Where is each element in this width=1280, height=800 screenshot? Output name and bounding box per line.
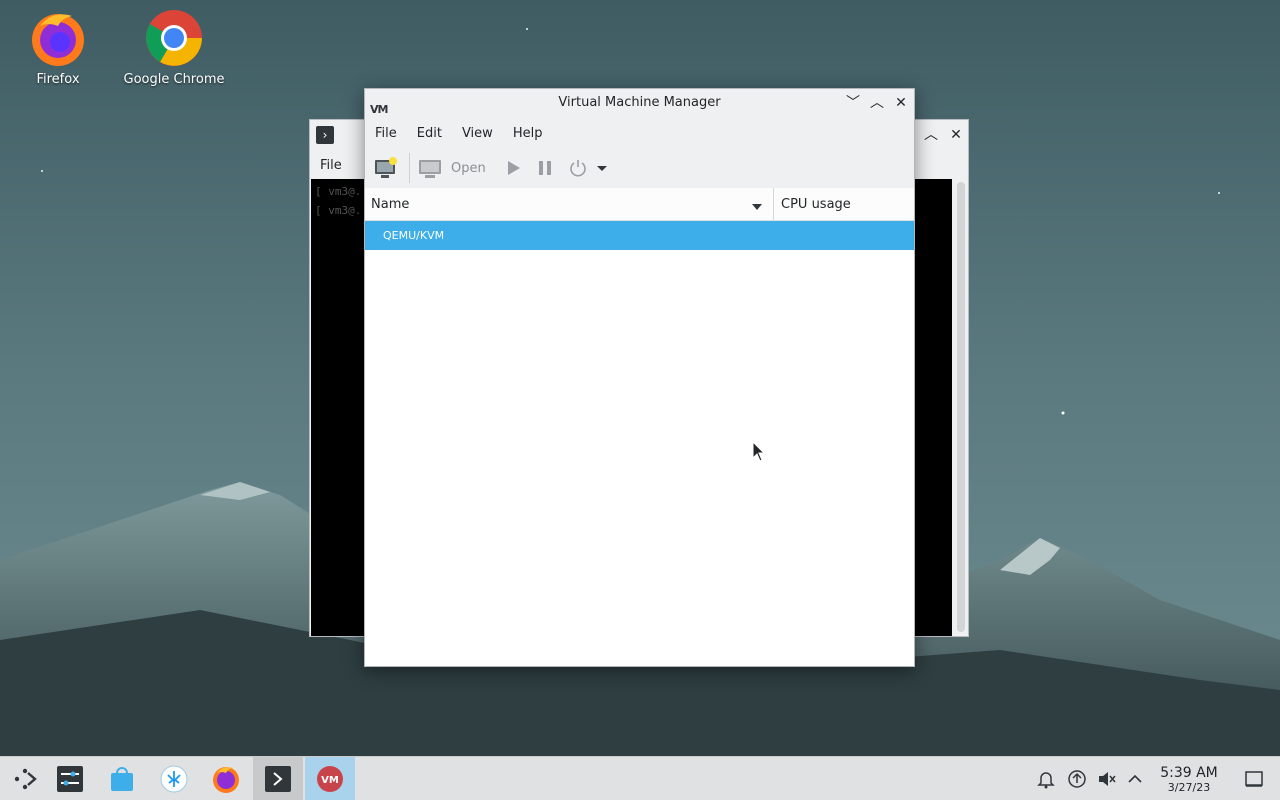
- close-button[interactable]: ✕: [947, 126, 965, 144]
- app-launcher-button[interactable]: [0, 757, 50, 800]
- menu-file[interactable]: File: [320, 158, 342, 173]
- maximize-button[interactable]: ︿: [922, 126, 940, 144]
- list-header: Name CPU usage: [365, 188, 914, 221]
- desktop-icon-firefox[interactable]: Firefox: [3, 8, 113, 87]
- taskbar-terminal[interactable]: [253, 757, 303, 800]
- connection-list: Name CPU usage QEMU/KVM: [365, 188, 914, 666]
- virt-manager-icon: VM: [316, 765, 344, 793]
- column-header-cpu-usage[interactable]: CPU usage: [774, 188, 851, 220]
- sort-arrow-icon: [751, 200, 763, 215]
- clock-date: 3/27/23: [1167, 781, 1211, 794]
- play-icon: [504, 159, 522, 177]
- window-titlebar[interactable]: VM Virtual Machine Manager ﹀ ︿ ✕: [365, 89, 914, 117]
- app-launcher-icon: [12, 766, 38, 792]
- expand-tray-icon[interactable]: [1125, 769, 1145, 789]
- taskbar-firefox[interactable]: [201, 757, 251, 800]
- column-name-label: Name: [371, 196, 410, 212]
- maximize-button[interactable]: ︿: [868, 94, 886, 112]
- menubar: File Edit View Help: [365, 117, 914, 149]
- connection-name: QEMU/KVM: [383, 229, 445, 242]
- pause-icon: [536, 159, 554, 177]
- updates-icon[interactable]: [1067, 769, 1087, 789]
- new-vm-icon: [373, 156, 399, 180]
- svg-text:VM: VM: [321, 775, 339, 786]
- menu-help[interactable]: Help: [513, 126, 543, 141]
- shutdown-button[interactable]: [568, 158, 588, 178]
- firefox-icon: [211, 764, 241, 794]
- notifications-icon[interactable]: [1036, 769, 1056, 789]
- taskbar-plasma[interactable]: [149, 757, 199, 800]
- desktop-icon-chrome[interactable]: Google Chrome: [119, 8, 229, 87]
- menu-edit[interactable]: Edit: [417, 126, 442, 141]
- monitor-icon: [418, 157, 442, 179]
- mouse-cursor-icon: [752, 440, 766, 467]
- taskbar-system-settings[interactable]: [45, 757, 95, 800]
- column-header-name[interactable]: Name: [365, 188, 774, 220]
- show-desktop-icon[interactable]: [1244, 769, 1264, 789]
- window-title: Virtual Machine Manager: [558, 95, 721, 110]
- terminal-icon: ›: [316, 126, 334, 144]
- volume-muted-icon[interactable]: [1097, 769, 1117, 789]
- new-vm-button[interactable]: [373, 156, 399, 180]
- clock-time: 5:39 AM: [1160, 765, 1218, 781]
- run-button[interactable]: [504, 159, 522, 177]
- virt-manager-window[interactable]: VM Virtual Machine Manager ﹀ ︿ ✕ File Ed…: [364, 88, 915, 667]
- terminal-icon: [264, 765, 292, 793]
- taskbar: VM 5:39 AM 3/27/23: [0, 756, 1280, 800]
- open-label: Open: [451, 160, 486, 176]
- discover-store-icon: [108, 765, 136, 793]
- shutdown-menu-button[interactable]: [596, 163, 608, 173]
- desktop-icon-label: Firefox: [36, 72, 80, 87]
- close-button[interactable]: ✕: [892, 94, 910, 112]
- pause-button[interactable]: [536, 159, 554, 177]
- firefox-icon: [28, 8, 88, 68]
- minimize-button[interactable]: ﹀: [844, 94, 862, 112]
- open-button[interactable]: Open: [418, 157, 486, 179]
- taskbar-discover[interactable]: [97, 757, 147, 800]
- desktop-icon-label: Google Chrome: [123, 72, 225, 87]
- digital-clock[interactable]: 5:39 AM 3/27/23: [1151, 765, 1227, 795]
- menu-view[interactable]: View: [462, 126, 493, 141]
- column-cpu-label: CPU usage: [781, 196, 851, 212]
- taskbar-virt-manager[interactable]: VM: [305, 757, 355, 800]
- plasma-icon: [160, 765, 188, 793]
- list-item-connection[interactable]: QEMU/KVM: [365, 221, 914, 250]
- toolbar: Open: [365, 149, 914, 187]
- system-settings-icon: [56, 765, 84, 793]
- chrome-icon: [144, 8, 204, 68]
- virt-manager-logo-icon: VM: [370, 103, 388, 116]
- dropdown-arrow-icon: [596, 163, 608, 173]
- power-icon: [568, 158, 588, 178]
- menu-file[interactable]: File: [375, 126, 397, 141]
- toolbar-separator: [409, 153, 410, 183]
- scrollbar[interactable]: [957, 182, 965, 632]
